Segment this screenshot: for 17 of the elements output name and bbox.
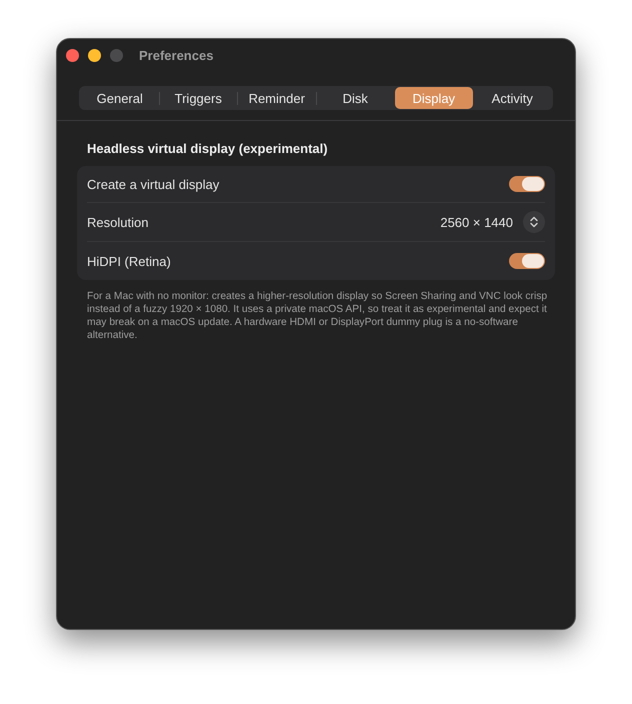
tab[interactable]: General — [81, 87, 158, 109]
setting-label: HiDPI (Retina) — [87, 254, 172, 268]
resolution-value: 2560 × 1440 — [440, 214, 513, 230]
window-title: Preferences — [139, 48, 214, 62]
stepper-icon[interactable] — [523, 211, 545, 233]
setting-label: Resolution — [87, 214, 150, 230]
tab[interactable]: Disk — [316, 87, 394, 109]
close-button[interactable] — [66, 48, 79, 62]
toggle-switch[interactable] — [509, 253, 545, 269]
tab[interactable]: Triggers — [160, 87, 237, 109]
toggle-switch[interactable] — [509, 176, 545, 192]
minimize-button[interactable] — [88, 48, 101, 62]
setting-label: Create a virtual display — [87, 176, 220, 192]
description-text: For a Mac with no monitor: creates a higher-resolution display so Screen Sharing and VNC look crisp instead of a fuzzy 1920 × 1080. It uses a private macOS API, so treat it as experimental and expect it may break on a macOS update. A hardware HDMI or DisplayPort dummy plug is a no-software alternative. — [87, 290, 548, 342]
section-title: Headless virtual display (experimental) — [87, 141, 329, 156]
tab[interactable]: Reminder — [238, 87, 316, 109]
tab[interactable]: Activity — [474, 87, 551, 109]
